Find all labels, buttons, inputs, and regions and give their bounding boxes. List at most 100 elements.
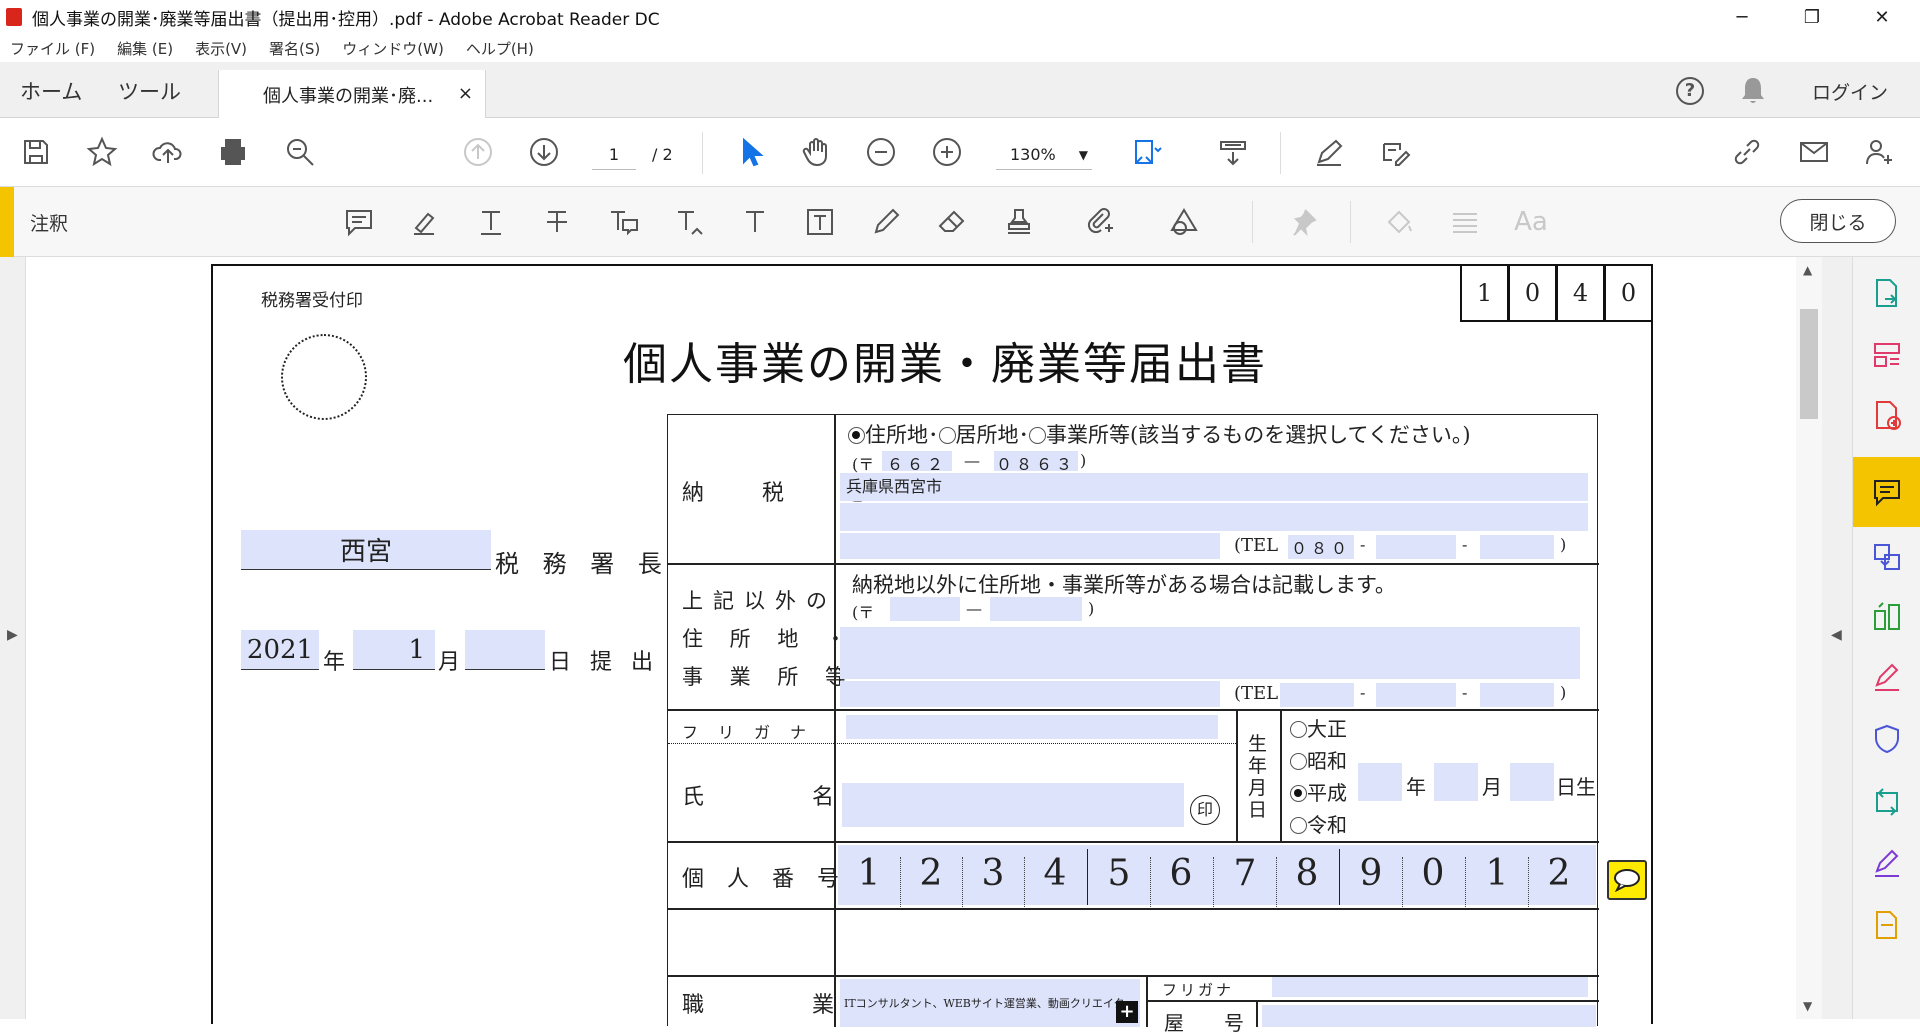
- other-tel-1[interactable]: [1280, 683, 1354, 707]
- attach-icon[interactable]: [1080, 203, 1118, 241]
- fill-color-icon[interactable]: [1380, 203, 1418, 241]
- page-number-input[interactable]: 1: [592, 140, 636, 170]
- radio-reiwa[interactable]: [1290, 817, 1307, 834]
- menu-edit[interactable]: 編集 (E): [117, 38, 173, 59]
- other-tel-3[interactable]: [1480, 683, 1554, 707]
- address-field-3[interactable]: [840, 533, 1220, 559]
- other-postal-2[interactable]: [990, 597, 1082, 621]
- close-window-button[interactable]: ✕: [1852, 0, 1912, 34]
- scroll-mode-icon[interactable]: [1214, 133, 1252, 171]
- expand-plus-icon[interactable]: +: [1116, 1001, 1138, 1023]
- postal-field-2[interactable]: ０８６３: [994, 451, 1078, 474]
- menu-window[interactable]: ウィンドウ(W): [342, 38, 444, 59]
- convert-icon[interactable]: [1869, 783, 1905, 819]
- postal-field-1[interactable]: ６６２: [882, 451, 952, 474]
- pin-icon[interactable]: [1284, 203, 1322, 241]
- date-year-field[interactable]: 2021: [241, 630, 319, 670]
- address-field-2[interactable]: [840, 503, 1588, 531]
- tel-field-2[interactable]: [1376, 535, 1456, 559]
- login-link[interactable]: ログイン: [1812, 78, 1888, 105]
- menu-file[interactable]: ファイル (F): [10, 38, 95, 59]
- highlight-icon[interactable]: [405, 203, 443, 241]
- expand-left-icon[interactable]: ▶: [7, 627, 18, 643]
- hand-icon[interactable]: [797, 133, 835, 171]
- tab-home[interactable]: ホーム: [20, 76, 82, 106]
- tab-document[interactable]: 個人事業の開業･廃... ×: [218, 70, 486, 119]
- trade-name-field[interactable]: [1262, 1005, 1596, 1027]
- name-field[interactable]: [842, 783, 1184, 827]
- radio-residence[interactable]: [848, 427, 865, 444]
- maximize-button[interactable]: ❐: [1782, 0, 1842, 34]
- underline-text-icon[interactable]: [472, 203, 510, 241]
- search-icon[interactable]: [281, 133, 319, 171]
- add-user-icon[interactable]: [1860, 133, 1898, 171]
- tab-tools[interactable]: ツール: [118, 76, 181, 106]
- bell-icon[interactable]: [1740, 76, 1766, 110]
- text-box-icon[interactable]: [801, 203, 839, 241]
- vertical-scrollbar[interactable]: ▲ ▼: [1796, 257, 1822, 1019]
- add-text-icon[interactable]: [736, 203, 774, 241]
- eraser-icon[interactable]: [933, 203, 971, 241]
- next-page-icon[interactable]: [525, 133, 563, 171]
- radio-taisho[interactable]: [1290, 721, 1307, 738]
- tel-field-3[interactable]: [1480, 535, 1554, 559]
- mynumber-field[interactable]: 1 2 3 4 5 6 7 8 9 0 1 2: [838, 845, 1596, 907]
- tax-office-field[interactable]: 西宮: [241, 530, 491, 570]
- radio-showa[interactable]: [1290, 753, 1307, 770]
- comment-icon[interactable]: [1869, 474, 1905, 510]
- save-icon[interactable]: [17, 133, 55, 171]
- more-tools-icon[interactable]: [1869, 907, 1905, 943]
- zoom-select[interactable]: 130% ▼: [996, 140, 1092, 170]
- combine-files-icon[interactable]: [1869, 539, 1905, 575]
- other-postal-1[interactable]: [890, 597, 960, 621]
- job-field[interactable]: ITコンサルタント、WEBサイト運営業、動画クリエイター: [840, 979, 1140, 1027]
- menu-sign[interactable]: 署名(S): [269, 38, 320, 59]
- protect-shield-icon[interactable]: [1869, 721, 1905, 757]
- stamp-icon[interactable]: [1000, 203, 1038, 241]
- zoom-in-icon[interactable]: [928, 133, 966, 171]
- create-pdf-icon[interactable]: [1869, 397, 1905, 433]
- minimize-button[interactable]: ─: [1712, 0, 1772, 34]
- cloud-upload-icon[interactable]: [149, 133, 187, 171]
- sticky-note-icon[interactable]: [340, 203, 378, 241]
- mail-icon[interactable]: [1795, 133, 1833, 171]
- strikethrough-icon[interactable]: [538, 203, 576, 241]
- select-cursor-icon[interactable]: [732, 133, 770, 171]
- other-address-field[interactable]: [840, 627, 1580, 679]
- scroll-up-icon[interactable]: ▲: [1803, 263, 1812, 277]
- sign-pen-icon[interactable]: [1310, 133, 1348, 171]
- left-nav-pane[interactable]: ▶: [0, 257, 26, 1019]
- export-pdf-icon[interactable]: [1869, 275, 1905, 311]
- radio-office[interactable]: [1029, 427, 1046, 444]
- replace-text-icon[interactable]: [604, 203, 642, 241]
- right-pane-toggle[interactable]: ◀: [1822, 257, 1852, 1019]
- tel-field-1[interactable]: ０８０: [1288, 535, 1354, 559]
- line-style-icon[interactable]: [1446, 203, 1484, 241]
- birth-day-field[interactable]: [1510, 763, 1554, 801]
- edit-pdf-icon[interactable]: [1869, 599, 1905, 635]
- zoom-out-icon[interactable]: [862, 133, 900, 171]
- request-signature-icon[interactable]: [1869, 845, 1905, 881]
- collapse-right-icon[interactable]: ◀: [1831, 627, 1842, 643]
- star-icon[interactable]: [83, 133, 121, 171]
- help-icon[interactable]: ?: [1676, 77, 1704, 105]
- comment-note-icon[interactable]: [1607, 860, 1647, 900]
- insert-text-icon[interactable]: [671, 203, 709, 241]
- organize-pages-icon[interactable]: [1869, 337, 1905, 373]
- menu-help[interactable]: ヘルプ(H): [466, 38, 534, 59]
- birth-month-field[interactable]: [1434, 763, 1478, 801]
- close-comment-button[interactable]: 閉じる: [1780, 199, 1896, 243]
- date-month-field[interactable]: 1: [353, 630, 435, 670]
- prev-page-icon[interactable]: [459, 133, 497, 171]
- birth-year-field[interactable]: [1358, 763, 1402, 801]
- furigana-field[interactable]: [846, 715, 1218, 739]
- font-size-icon[interactable]: Aa: [1512, 203, 1550, 241]
- date-day-field[interactable]: [465, 630, 545, 670]
- radio-domicile[interactable]: [938, 427, 956, 444]
- tab-close-icon[interactable]: ×: [458, 83, 473, 104]
- pencil-icon[interactable]: [867, 203, 905, 241]
- fill-sign-icon[interactable]: [1869, 659, 1905, 695]
- address-field[interactable]: 兵庫県西宮市: [840, 473, 1588, 501]
- page-fit-icon[interactable]: [1128, 133, 1166, 171]
- other-tel-2[interactable]: [1376, 683, 1456, 707]
